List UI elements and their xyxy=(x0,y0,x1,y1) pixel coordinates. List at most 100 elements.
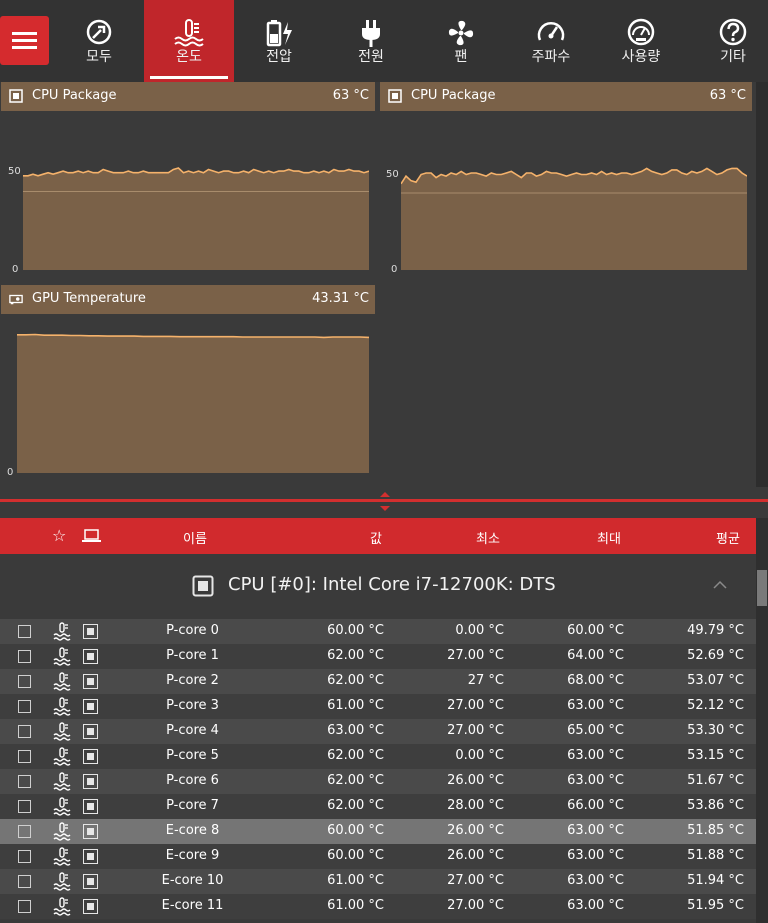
graph-header[interactable]: CPU Package 63 °C xyxy=(380,82,752,111)
table-row[interactable]: P-core 1 62.00 °C 27.00 °C 64.00 °C 52.69 °C xyxy=(0,644,756,669)
row-checkbox[interactable] xyxy=(18,700,31,713)
sensor-value: 61.00 °C xyxy=(327,698,384,713)
sensor-max: 63.00 °C xyxy=(567,898,624,913)
sensor-max: 68.00 °C xyxy=(567,673,624,688)
cpu-chip-icon xyxy=(83,799,98,814)
row-checkbox[interactable] xyxy=(18,800,31,813)
tab-label: 온도 xyxy=(176,49,202,65)
thermometer-icon xyxy=(53,822,71,841)
sensor-value: 63.00 °C xyxy=(327,723,384,738)
y-tick-label: 0 xyxy=(12,264,19,275)
active-tab-underline xyxy=(150,76,228,79)
table-row[interactable]: P-core 5 62.00 °C 0.00 °C 63.00 °C 53.15 °C xyxy=(0,744,756,769)
tab-usage[interactable]: 사용량 xyxy=(596,0,686,82)
column-header-name[interactable]: 이름 xyxy=(183,528,207,547)
thermometer-icon xyxy=(53,672,71,691)
sensor-max: 63.00 °C xyxy=(567,773,624,788)
sensor-value: 62.00 °C xyxy=(327,748,384,763)
row-checkbox[interactable] xyxy=(18,625,31,638)
cpu-chip-icon xyxy=(83,624,98,639)
graph-title: GPU Temperature xyxy=(32,291,146,306)
sensor-max: 63.00 °C xyxy=(567,698,624,713)
table-row[interactable]: E-core 11 61.00 °C 27.00 °C 63.00 °C 51.95 °… xyxy=(0,894,756,919)
row-checkbox[interactable] xyxy=(18,750,31,763)
sensor-avg: 53.07 °C xyxy=(687,673,744,688)
table-row[interactable]: P-core 3 61.00 °C 27.00 °C 63.00 °C 52.12 °C xyxy=(0,694,756,719)
table-scrollbar-thumb[interactable] xyxy=(757,570,767,606)
column-header-min[interactable]: 최소 xyxy=(476,528,500,547)
column-header-avg[interactable]: 평균 xyxy=(716,528,740,547)
cpu-chip-icon xyxy=(83,699,98,714)
row-checkbox[interactable] xyxy=(18,900,31,913)
sensor-name: P-core 0 xyxy=(166,623,219,638)
cpu-chip-icon xyxy=(83,849,98,864)
graph-header[interactable]: CPU Package 63 °C xyxy=(1,82,375,111)
graph-title: CPU Package xyxy=(411,88,496,103)
sensor-value: 60.00 °C xyxy=(327,848,384,863)
tab-label: 모두 xyxy=(86,49,112,65)
thermometer-icon xyxy=(53,872,71,891)
table-row[interactable]: P-core 7 62.00 °C 28.00 °C 66.00 °C 53.86 °C xyxy=(0,794,756,819)
tab-all[interactable]: 모두 xyxy=(54,0,144,82)
table-row[interactable]: E-core 10 61.00 °C 27.00 °C 63.00 °C 51.94 °… xyxy=(0,869,756,894)
sensor-min: 27.00 °C xyxy=(447,723,504,738)
graph-scrollbar[interactable] xyxy=(756,82,768,487)
graph-area-fill xyxy=(17,334,369,473)
column-header-max[interactable]: 최대 xyxy=(597,528,621,547)
hamburger-menu-button[interactable] xyxy=(0,16,49,65)
row-checkbox[interactable] xyxy=(18,850,31,863)
row-checkbox[interactable] xyxy=(18,675,31,688)
graph-header[interactable]: GPU Temperature 43.31 °C xyxy=(1,285,375,314)
sensor-value: 62.00 °C xyxy=(327,773,384,788)
sensor-name: P-core 5 xyxy=(166,748,219,763)
sensor-avg: 51.85 °C xyxy=(687,823,744,838)
table-row[interactable]: P-core 6 62.00 °C 26.00 °C 63.00 °C 51.67 °C xyxy=(0,769,756,794)
row-checkbox[interactable] xyxy=(18,875,31,888)
collapse-chevron-icon[interactable] xyxy=(713,580,727,589)
sensor-avg: 49.79 °C xyxy=(687,623,744,638)
table-row[interactable]: P-core 0 60.00 °C 0.00 °C 60.00 °C 49.79 °C xyxy=(0,619,756,644)
tab-voltage[interactable]: 전압 xyxy=(234,0,324,82)
sensor-avg: 51.88 °C xyxy=(687,848,744,863)
battery-bolt-icon xyxy=(266,20,292,47)
wrench-gauge-icon xyxy=(86,19,112,45)
sensor-min: 0.00 °C xyxy=(455,748,504,763)
tab-fan[interactable]: 팬 xyxy=(416,0,506,82)
top-nav: 모두 온도 전압 전원 팬 주파수 사용량 기타 xyxy=(0,0,768,82)
sensor-avg: 51.67 °C xyxy=(687,773,744,788)
splitter-up-arrow-icon[interactable] xyxy=(380,492,390,497)
cpu-chip-icon xyxy=(192,575,214,597)
splitter-down-arrow-icon[interactable] xyxy=(380,506,390,511)
sensor-name: P-core 4 xyxy=(166,723,219,738)
y-tick-label: 50 xyxy=(386,169,399,180)
tab-temperature[interactable]: 온도 xyxy=(144,0,234,82)
row-checkbox[interactable] xyxy=(18,650,31,663)
laptop-icon[interactable] xyxy=(82,529,101,543)
tab-label: 팬 xyxy=(454,49,468,65)
sensor-max: 60.00 °C xyxy=(567,623,624,638)
tab-power[interactable]: 전원 xyxy=(326,0,416,82)
tab-other[interactable]: 기타 xyxy=(688,0,768,82)
sensor-group-header[interactable]: CPU [#0]: Intel Core i7-12700K: DTS xyxy=(0,554,756,619)
tab-frequency[interactable]: 주파수 xyxy=(506,0,596,82)
sensor-value: 61.00 °C xyxy=(327,898,384,913)
star-column-icon[interactable]: ☆ xyxy=(52,526,66,545)
table-row[interactable]: E-core 8 60.00 °C 26.00 °C 63.00 °C 51.85 °C xyxy=(0,819,756,844)
table-row[interactable]: P-core 4 63.00 °C 27.00 °C 65.00 °C 53.30 °C xyxy=(0,719,756,744)
sensor-min: 0.00 °C xyxy=(455,623,504,638)
row-checkbox[interactable] xyxy=(18,775,31,788)
sensor-max: 63.00 °C xyxy=(567,748,624,763)
row-checkbox[interactable] xyxy=(18,725,31,738)
sensor-max: 63.00 °C xyxy=(567,873,624,888)
sensor-max: 64.00 °C xyxy=(567,648,624,663)
pane-splitter[interactable] xyxy=(0,499,768,502)
cpu-chip-icon xyxy=(83,874,98,889)
table-row[interactable]: E-core 9 60.00 °C 26.00 °C 63.00 °C 51.88 °C xyxy=(0,844,756,869)
table-row[interactable]: P-core 2 62.00 °C 27 °C 68.00 °C 53.07 °C xyxy=(0,669,756,694)
fan-icon xyxy=(448,20,474,46)
row-checkbox[interactable] xyxy=(18,825,31,838)
sensor-name: E-core 8 xyxy=(165,823,220,838)
column-header-value[interactable]: 값 xyxy=(370,528,382,547)
cpu-chip-icon xyxy=(83,899,98,914)
sensor-value: 62.00 °C xyxy=(327,673,384,688)
